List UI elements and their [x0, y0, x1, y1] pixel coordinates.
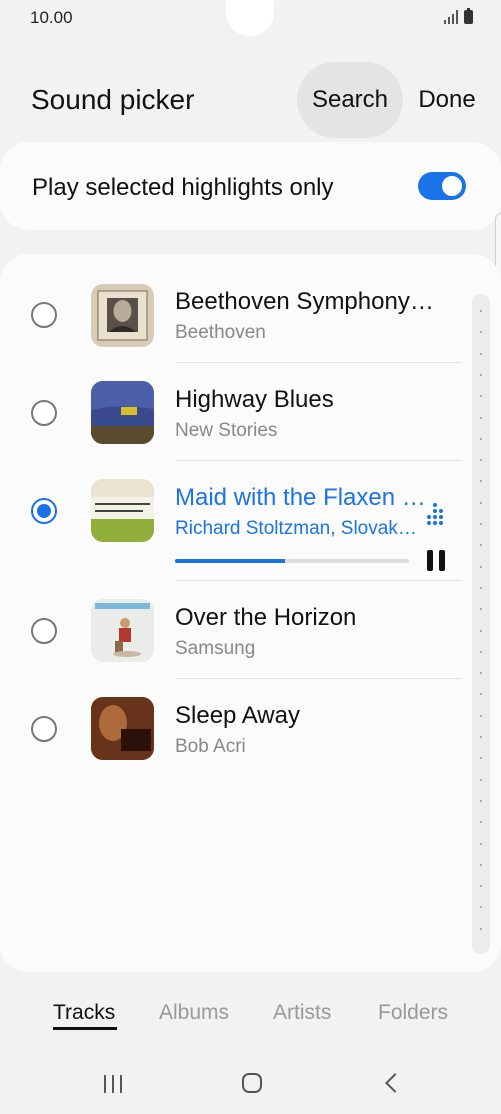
- scroll-index-dot: [480, 672, 482, 675]
- scroll-index-dot: [480, 714, 482, 717]
- pause-icon[interactable]: [425, 549, 447, 573]
- scroll-index-dot: [480, 842, 482, 845]
- track-title: Maid with the Flaxen Hair: [175, 484, 437, 511]
- status-time: 10.00: [30, 8, 73, 27]
- home-icon[interactable]: [242, 1073, 262, 1093]
- track-radio[interactable]: [31, 302, 57, 328]
- scroll-index-dot: [480, 629, 482, 632]
- recents-icon[interactable]: [102, 1075, 124, 1093]
- camera-notch: [226, 0, 274, 36]
- scroll-index-dot: [480, 523, 482, 525]
- list-item[interactable]: Beethoven Symphony No. 5 Beethoven: [0, 266, 501, 364]
- scroll-index-dot: [480, 586, 482, 589]
- scroll-index-dot: [480, 437, 482, 440]
- scroll-index-dot: [480, 863, 482, 866]
- tab-folders[interactable]: Folders: [378, 1001, 448, 1025]
- scroll-index-dot: [480, 373, 482, 376]
- battery-icon: [464, 8, 473, 24]
- scroll-index-dot: [480, 501, 482, 504]
- track-artist: Bob Acri: [175, 736, 246, 757]
- back-icon[interactable]: [385, 1073, 405, 1093]
- list-item[interactable]: Highway Blues New Stories: [0, 364, 501, 462]
- scroll-index-dot: [480, 885, 482, 888]
- list-item[interactable]: Sleep Away Bob Acri: [0, 680, 501, 778]
- scroll-index-dot: [480, 395, 482, 398]
- signal-icon: [444, 10, 458, 24]
- track-radio[interactable]: [31, 400, 57, 426]
- search-button[interactable]: Search: [297, 62, 403, 138]
- scroll-index-dot: [480, 778, 482, 781]
- header: Sound picker Search Done: [0, 62, 501, 140]
- scroll-index-dot: [480, 757, 482, 760]
- list-item[interactable]: Over the Horizon Samsung: [0, 582, 501, 680]
- track-radio[interactable]: [31, 618, 57, 644]
- scroll-index-dot: [480, 736, 482, 738]
- scroll-index-dot: [480, 565, 482, 568]
- track-artist: Richard Stoltzman, Slovak Radio Symphony…: [175, 518, 421, 539]
- scroll-index-dot: [480, 416, 482, 419]
- track-artist: Beethoven: [175, 322, 266, 343]
- album-art: [91, 697, 154, 760]
- scroll-index-dot: [480, 799, 482, 802]
- scroll-index-dot: [480, 310, 482, 312]
- scroll-index-dot: [480, 693, 482, 696]
- track-artist: Samsung: [175, 638, 256, 659]
- track-artist: New Stories: [175, 420, 278, 441]
- track-title: Highway Blues: [175, 386, 334, 413]
- scroll-index-dot: [480, 608, 482, 611]
- album-art: [91, 599, 154, 662]
- scroll-index-dot: [480, 821, 482, 824]
- track-title: Sleep Away: [175, 702, 300, 729]
- status-bar: 10.00: [0, 0, 501, 36]
- scroll-index-dot: [480, 459, 482, 462]
- scroll-index-dot: [480, 352, 482, 355]
- track-radio[interactable]: [31, 498, 57, 524]
- scroll-index-dot: [480, 480, 482, 483]
- list-item-selected[interactable]: Maid with the Flaxen Hair Richard Stoltz…: [0, 462, 501, 560]
- track-radio[interactable]: [31, 716, 57, 742]
- navigation-bar: [0, 1060, 501, 1114]
- track-title: Over the Horizon: [175, 604, 357, 631]
- album-art: [91, 381, 154, 444]
- tab-indicator: [53, 1027, 117, 1030]
- page-title: Sound picker: [31, 84, 195, 115]
- scroll-index-dot: [480, 544, 482, 547]
- playback-progress[interactable]: [175, 559, 409, 563]
- album-art: [91, 479, 154, 542]
- fast-scroll-index[interactable]: [472, 294, 490, 954]
- highlights-label: Play selected highlights only: [32, 174, 334, 201]
- equalizer-icon: [427, 503, 443, 525]
- done-button[interactable]: Done: [414, 62, 480, 138]
- track-title: Beethoven Symphony No. 5: [175, 288, 437, 315]
- tab-artists[interactable]: Artists: [273, 1001, 331, 1025]
- scroll-index-dot: [480, 331, 482, 334]
- scroll-index-dot: [480, 650, 482, 653]
- highlights-toggle[interactable]: [418, 172, 466, 200]
- tab-albums[interactable]: Albums: [159, 1001, 229, 1025]
- bottom-tabs: Tracks Albums Artists Folders: [0, 996, 501, 1036]
- scroll-index-dot: [480, 927, 482, 930]
- tab-tracks[interactable]: Tracks: [53, 1001, 115, 1025]
- album-art: [91, 284, 154, 347]
- scroll-index-dot: [480, 906, 482, 909]
